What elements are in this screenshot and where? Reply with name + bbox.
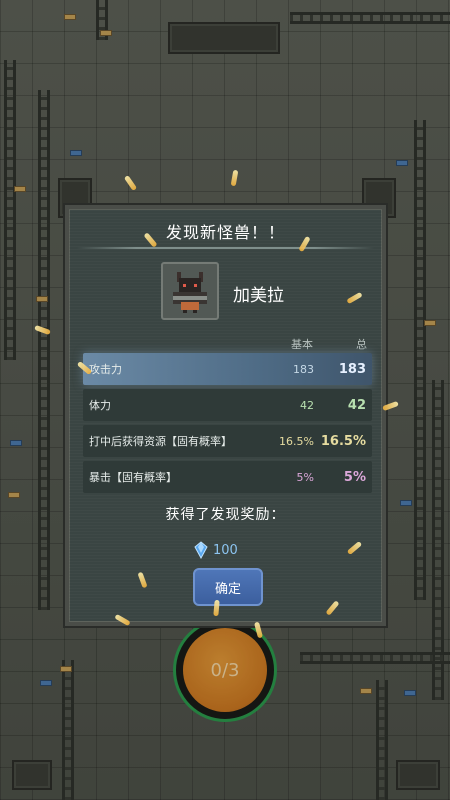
stat-total-value: 16.5% (320, 433, 366, 449)
stat-base-value: 42 (300, 398, 314, 412)
stat-total-value: 42 (347, 397, 366, 413)
monster-sprite-icon (173, 272, 207, 313)
stat-label: 攻击力 (89, 363, 122, 376)
stat-label: 体力 (89, 399, 111, 412)
stat-base-value: 16.5% (279, 434, 314, 448)
reward-item: 100 (193, 539, 238, 561)
monster-name: 加美拉 (233, 286, 284, 306)
new-monster-dialog: 发现新怪兽！！ 加美拉 基本 总 攻击力 183 183 体力 42 42 打中… (65, 205, 386, 626)
monster-portrait (161, 262, 219, 320)
confirm-button[interactable]: 确定 (193, 568, 263, 606)
stat-row-stamina[interactable]: 体力 42 42 (83, 389, 372, 421)
stat-base-value: 183 (293, 362, 314, 376)
stat-total-value: 183 (338, 361, 366, 377)
dialog-title: 发现新怪兽！！ (165, 223, 285, 242)
stat-total-value: 5% (343, 469, 366, 485)
title-divider (77, 247, 374, 249)
reward-title: 获得了发现奖励： (165, 507, 286, 523)
stat-label: 暴击【固有概率】 (89, 471, 177, 484)
stat-row-resource-chance[interactable]: 打中后获得资源【固有概率】 16.5% 16.5% (83, 425, 372, 457)
stat-row-attack[interactable]: 攻击力 183 183 (83, 353, 372, 385)
column-header-base: 基本 (291, 338, 313, 351)
stat-base-value: 5% (296, 470, 314, 484)
stat-row-critical-chance[interactable]: 暴击【固有概率】 5% 5% (83, 461, 372, 493)
blue-gem-icon (194, 541, 208, 559)
stat-label: 打中后获得资源【固有概率】 (89, 435, 232, 448)
reward-amount: 100 (213, 542, 238, 558)
column-header-total: 总 (356, 338, 367, 351)
